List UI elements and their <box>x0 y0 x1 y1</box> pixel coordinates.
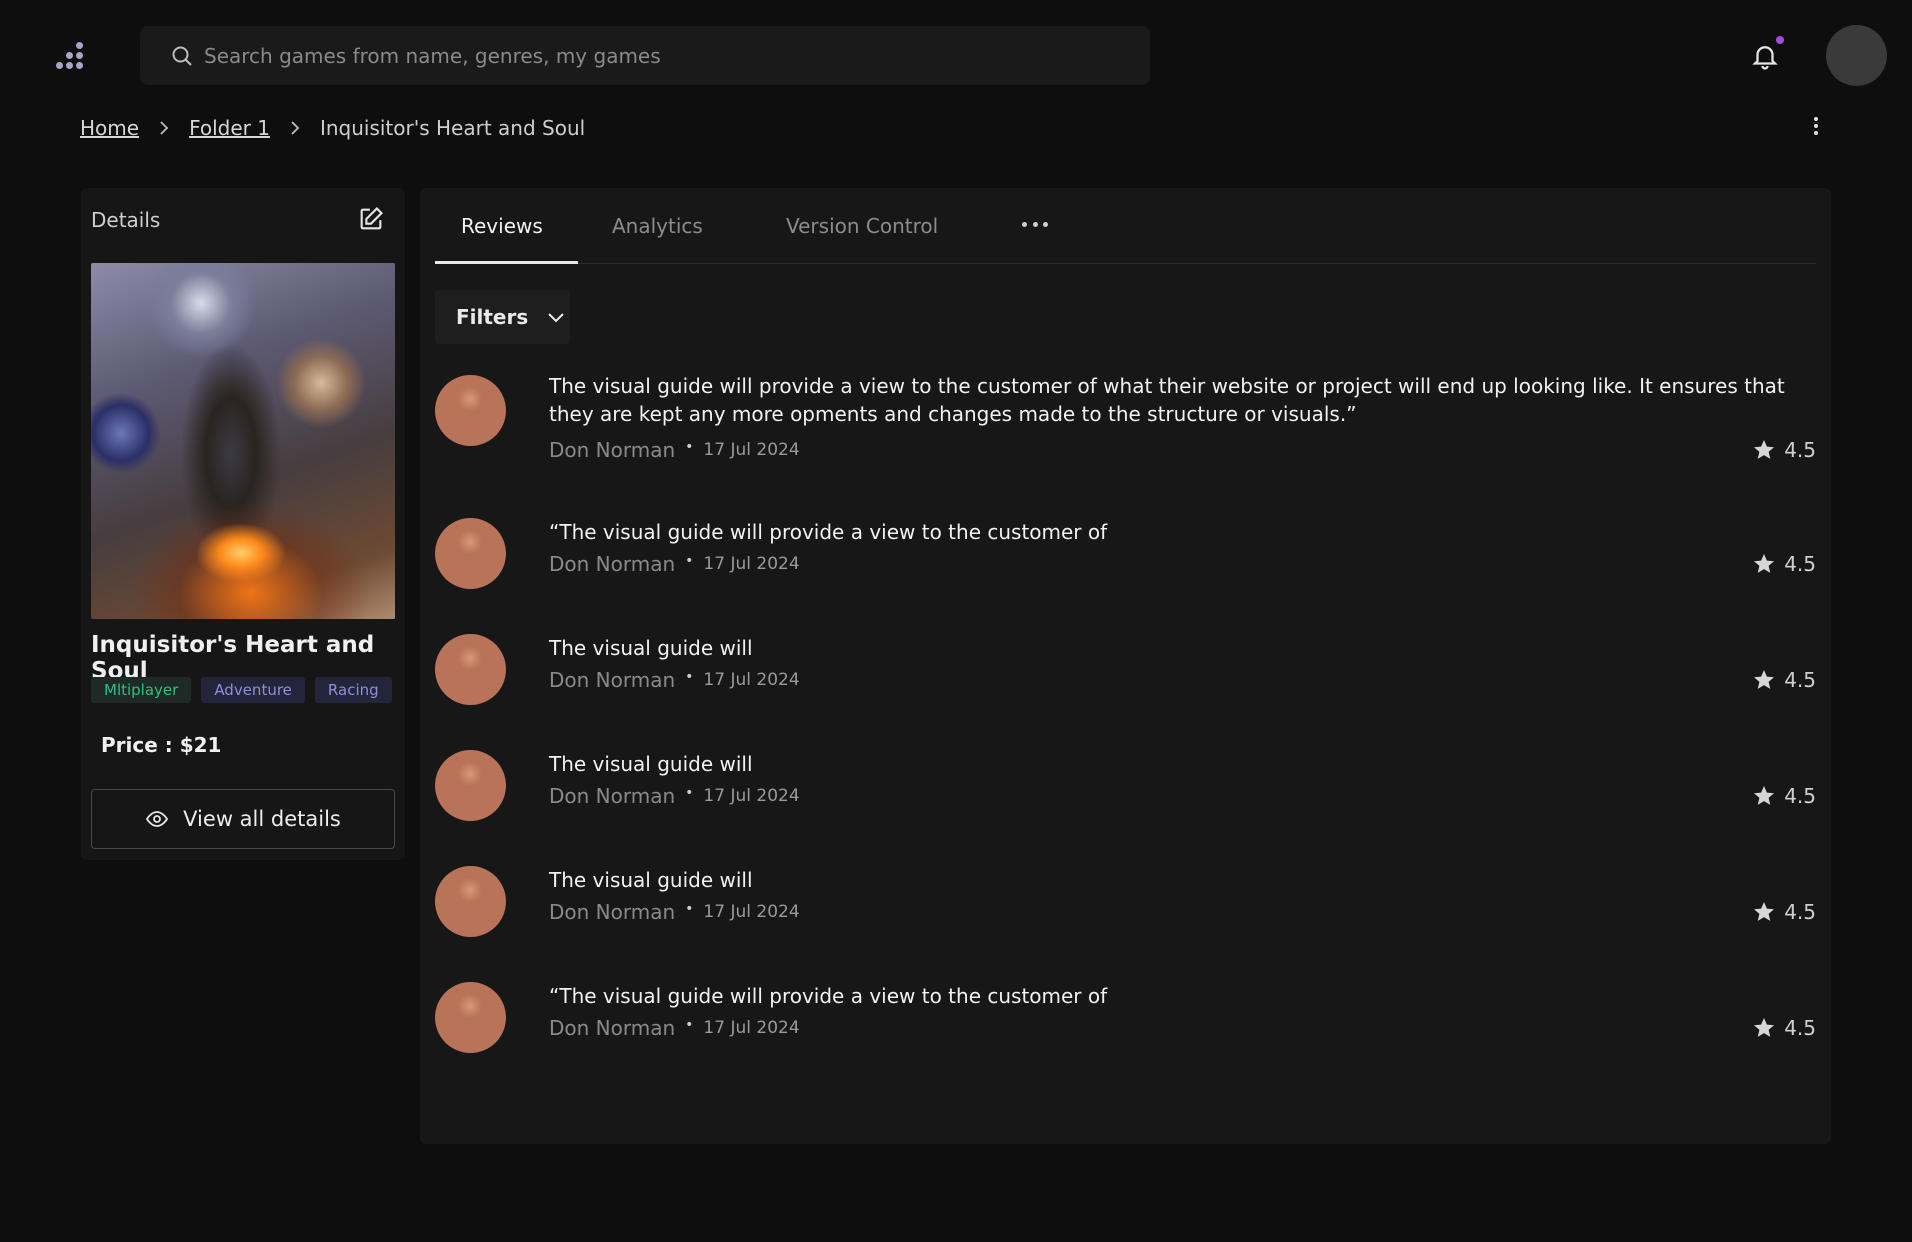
star-icon <box>1754 554 1775 573</box>
review-item: “The visual guide will provide a view to… <box>435 518 1816 598</box>
user-avatar[interactable] <box>1826 25 1887 86</box>
eye-icon <box>146 811 169 827</box>
price: Price : $21 <box>101 733 221 757</box>
top-bar <box>0 0 1912 110</box>
review-author[interactable]: Don Norman <box>549 900 675 924</box>
review-meta: Don Norman • 17 Jul 2024 <box>549 1016 800 1040</box>
review-item: The visual guide will Don Norman • 17 Ju… <box>435 634 1816 714</box>
details-heading: Details <box>91 208 161 232</box>
review-rating: 4.5 <box>1752 1016 1816 1040</box>
review-item: “The visual guide will provide a view to… <box>435 982 1816 1062</box>
breadcrumb-home[interactable]: Home <box>80 116 139 140</box>
separator-dot: • <box>685 901 694 917</box>
notification-dot <box>1776 36 1784 44</box>
separator-dot: • <box>685 785 694 801</box>
separator-dot: • <box>685 1017 694 1033</box>
review-meta: Don Norman • 17 Jul 2024 <box>549 438 800 462</box>
tag-multiplayer[interactable]: Mltiplayer <box>91 677 192 703</box>
filters-label: Filters <box>456 305 529 329</box>
tab-version-control[interactable]: Version Control <box>786 214 938 238</box>
breadcrumb-current: Inquisitor's Heart and Soul <box>319 116 586 140</box>
review-rating: 4.5 <box>1752 438 1816 462</box>
more-options-icon[interactable] <box>1808 114 1824 138</box>
reviewer-avatar[interactable] <box>435 518 506 589</box>
review-item: The visual guide will Don Norman • 17 Ju… <box>435 866 1816 946</box>
reviews-panel: Reviews Analytics Version Control Filter… <box>420 188 1831 1144</box>
active-tab-indicator <box>435 261 578 264</box>
reviewer-avatar[interactable] <box>435 982 506 1053</box>
search-icon <box>172 46 192 66</box>
rating-value: 4.5 <box>1784 900 1816 924</box>
price-label: Price <box>101 733 158 757</box>
price-value: : $21 <box>164 733 222 757</box>
tag-racing[interactable]: Racing <box>314 677 392 703</box>
dots-logo-icon[interactable] <box>56 38 92 74</box>
genre-tags: Mltiplayer Adventure Racing <box>91 677 392 703</box>
review-rating: 4.5 <box>1752 552 1816 576</box>
review-text: The visual guide will <box>549 752 753 776</box>
star-icon <box>1754 902 1775 921</box>
search-input[interactable] <box>204 43 1104 68</box>
review-author[interactable]: Don Norman <box>549 784 675 808</box>
review-item: The visual guide will Don Norman • 17 Ju… <box>435 750 1816 830</box>
review-author[interactable]: Don Norman <box>549 438 675 462</box>
review-author[interactable]: Don Norman <box>549 1016 675 1040</box>
review-text: “The visual guide will provide a view to… <box>549 984 1108 1008</box>
breadcrumb-folder[interactable]: Folder 1 <box>189 116 270 140</box>
rating-value: 4.5 <box>1784 784 1816 808</box>
review-date: 17 Jul 2024 <box>703 902 800 922</box>
review-date: 17 Jul 2024 <box>703 670 800 690</box>
rating-value: 4.5 <box>1784 552 1816 576</box>
review-meta: Don Norman • 17 Jul 2024 <box>549 552 800 576</box>
reviewer-avatar[interactable] <box>435 750 506 821</box>
details-panel: Details Inquisitor's Heart and Soul Mlti… <box>81 188 405 860</box>
review-author[interactable]: Don Norman <box>549 552 675 576</box>
review-date: 17 Jul 2024 <box>703 786 800 806</box>
review-rating: 4.5 <box>1752 668 1816 692</box>
view-all-details-button[interactable]: View all details <box>91 789 395 849</box>
reviewer-avatar[interactable] <box>435 634 506 705</box>
more-tabs-icon[interactable] <box>1022 222 1048 228</box>
review-item: The visual guide will provide a view to … <box>435 372 1816 492</box>
chevron-right-icon <box>288 120 302 136</box>
edit-icon[interactable] <box>357 205 385 233</box>
rating-value: 4.5 <box>1784 1016 1816 1040</box>
review-date: 17 Jul 2024 <box>703 1018 800 1038</box>
star-icon <box>1754 786 1775 805</box>
chevron-right-icon <box>157 120 171 136</box>
review-date: 17 Jul 2024 <box>703 440 800 460</box>
reviewer-avatar[interactable] <box>435 866 506 937</box>
review-rating: 4.5 <box>1752 900 1816 924</box>
filters-dropdown[interactable]: Filters <box>435 290 570 344</box>
review-text: “The visual guide will provide a view to… <box>549 520 1108 544</box>
search-bar[interactable] <box>140 26 1150 85</box>
review-author[interactable]: Don Norman <box>549 668 675 692</box>
review-date: 17 Jul 2024 <box>703 554 800 574</box>
rating-value: 4.5 <box>1784 668 1816 692</box>
separator-dot: • <box>685 439 694 455</box>
tab-analytics[interactable]: Analytics <box>612 214 703 238</box>
star-icon <box>1754 440 1775 459</box>
review-rating: 4.5 <box>1752 784 1816 808</box>
tab-reviews[interactable]: Reviews <box>461 214 543 238</box>
game-cover-image <box>91 263 395 619</box>
review-meta: Don Norman • 17 Jul 2024 <box>549 900 800 924</box>
chevron-down-icon <box>548 313 564 323</box>
review-meta: Don Norman • 17 Jul 2024 <box>549 784 800 808</box>
star-icon <box>1754 670 1775 689</box>
review-meta: Don Norman • 17 Jul 2024 <box>549 668 800 692</box>
star-icon <box>1754 1018 1775 1037</box>
breadcrumb: Home Folder 1 Inquisitor's Heart and Sou… <box>80 114 585 142</box>
separator-dot: • <box>685 553 694 569</box>
review-text: The visual guide will <box>549 636 753 660</box>
review-text: The visual guide will provide a view to … <box>549 374 1785 426</box>
separator-dot: • <box>685 669 694 685</box>
reviewer-avatar[interactable] <box>435 375 506 446</box>
view-all-details-label: View all details <box>183 807 341 831</box>
rating-value: 4.5 <box>1784 438 1816 462</box>
tab-bar: Reviews Analytics Version Control <box>435 188 1816 264</box>
bell-icon[interactable] <box>1750 40 1780 72</box>
tag-adventure[interactable]: Adventure <box>201 677 305 703</box>
review-text: The visual guide will <box>549 868 753 892</box>
